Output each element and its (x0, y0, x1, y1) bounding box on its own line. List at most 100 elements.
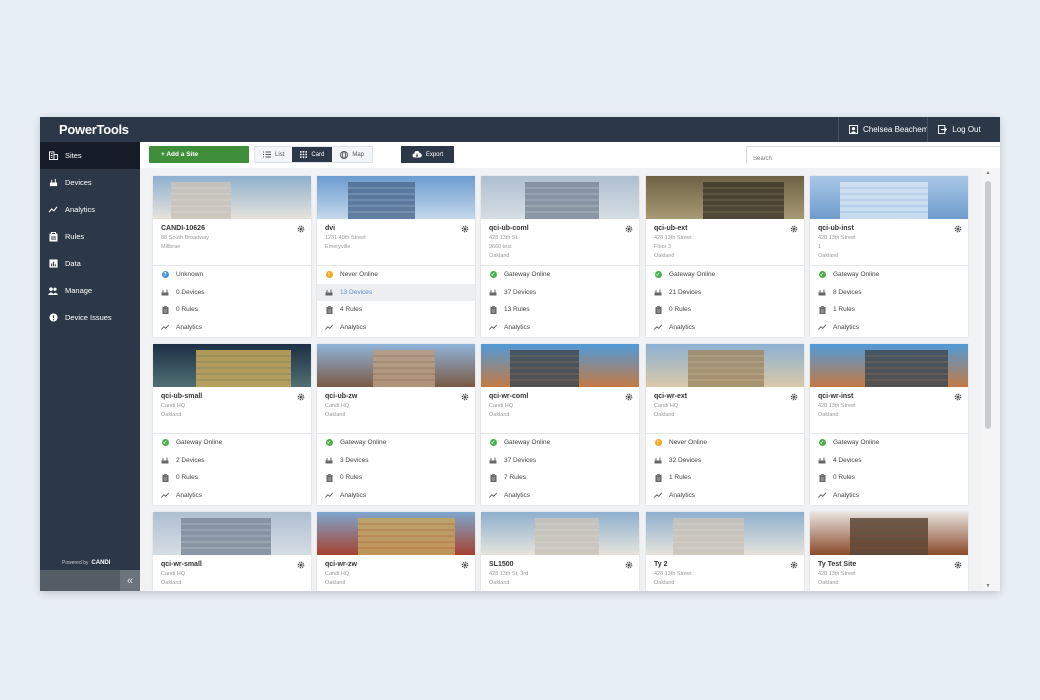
site-name[interactable]: qci-wr-zw (325, 561, 467, 568)
export-button[interactable]: Export (401, 146, 454, 163)
devices-row[interactable]: 4 Devices (810, 452, 968, 470)
site-card[interactable]: qci-ub-small Candi HQ Oakland ✓ Gateway On… (153, 344, 311, 505)
add-site-button[interactable]: + Add a Site (149, 146, 249, 163)
site-card[interactable]: dvi 1231 40th Street Emeryville ! Never On… (317, 176, 475, 337)
gear-icon[interactable] (625, 225, 633, 233)
site-name[interactable]: qci-ub-zw (325, 393, 467, 400)
sidebar-item-analytics[interactable]: Analytics (40, 196, 140, 223)
sidebar-item-devices[interactable]: Devices (40, 169, 140, 196)
site-card[interactable]: qci-ub-ext 428 13th Street Floor 3 Oakland… (646, 176, 804, 337)
devices-row[interactable]: 2 Devices (153, 452, 311, 470)
analytics-row[interactable]: Analytics (317, 487, 475, 505)
site-name[interactable]: Ty 2 (654, 561, 796, 568)
devices-count: 8 Devices (833, 288, 862, 296)
analytics-row[interactable]: Analytics (646, 487, 804, 505)
site-card[interactable]: qci-ub-coml 428 13th St. 9660 test Oakland… (481, 176, 639, 337)
rules-row[interactable]: 0 Rules (646, 301, 804, 319)
gear-icon[interactable] (461, 393, 469, 401)
sidebar-item-label: Device Issues (65, 313, 112, 322)
gear-icon[interactable] (790, 561, 798, 569)
gear-icon[interactable] (790, 225, 798, 233)
site-name[interactable]: qci-wr-inst (818, 393, 960, 400)
gear-icon[interactable] (297, 225, 305, 233)
scroll-up-arrow[interactable]: ▲ (984, 170, 992, 176)
site-card[interactable]: qci-wr-coml Candi HQ Oakland ✓ Gateway Onl… (481, 344, 639, 505)
status-text: Never Online (340, 271, 378, 279)
rules-row[interactable]: 0 Rules (317, 469, 475, 487)
site-card[interactable]: qci-ub-inst 428 13th Street 1 Oakland ✓ Gat… (810, 176, 968, 337)
site-name[interactable]: qci-ub-coml (489, 225, 631, 232)
sidebar-item-data[interactable]: Data (40, 250, 140, 277)
site-card[interactable]: qci-wr-zw Candi HQ Oakland (317, 512, 475, 591)
analytics-row[interactable]: Analytics (810, 319, 968, 337)
rules-row[interactable]: 1 Rules (810, 301, 968, 319)
sidebar-item-sites[interactable]: Sites (40, 142, 140, 169)
rules-row[interactable]: 1 Rules (646, 469, 804, 487)
map-view-button[interactable]: Map (332, 147, 372, 162)
site-card[interactable]: SL1500 428 13th St, 3rd Oakland (481, 512, 639, 591)
site-name[interactable]: qci-wr-small (161, 561, 303, 568)
gear-icon[interactable] (461, 561, 469, 569)
address-line: Oakland (818, 580, 839, 586)
devices-row[interactable]: 37 Devices (481, 452, 639, 470)
rules-row[interactable]: 0 Rules (153, 301, 311, 319)
site-name[interactable]: SL1500 (489, 561, 631, 568)
device-icon (325, 289, 333, 296)
card-view-button[interactable]: Card (292, 147, 333, 162)
rules-row[interactable]: 0 Rules (810, 469, 968, 487)
analytics-row[interactable]: Analytics (646, 319, 804, 337)
site-card[interactable]: Ty Test Site 428 13th Street Oakland (810, 512, 968, 591)
gear-icon[interactable] (461, 225, 469, 233)
gear-icon[interactable] (954, 225, 962, 233)
site-name[interactable]: qci-wr-ext (654, 393, 796, 400)
devices-row[interactable]: 8 Devices (810, 284, 968, 302)
analytics-row[interactable]: Analytics (317, 319, 475, 337)
site-name[interactable]: qci-wr-coml (489, 393, 631, 400)
site-name[interactable]: Ty Test Site (818, 561, 960, 568)
scrollbar[interactable]: ▲ ▼ (982, 168, 1000, 591)
site-card[interactable]: qci-wr-small Candi HQ Oakland (153, 512, 311, 591)
site-name[interactable]: qci-ub-small (161, 393, 303, 400)
gear-icon[interactable] (297, 561, 305, 569)
gear-icon[interactable] (297, 393, 305, 401)
site-name[interactable]: CANDI-10626 (161, 225, 303, 232)
logout-button[interactable]: Log Out (927, 117, 991, 142)
rules-row[interactable]: 7 Rules (481, 469, 639, 487)
gear-icon[interactable] (790, 393, 798, 401)
scroll-down-arrow[interactable]: ▼ (984, 583, 992, 589)
rules-row[interactable]: 4 Rules (317, 301, 475, 319)
collapse-sidebar-button[interactable]: « (120, 570, 140, 591)
analytics-row[interactable]: Analytics (153, 487, 311, 505)
sidebar-item-device-issues[interactable]: Device Issues (40, 304, 140, 331)
site-name[interactable]: qci-ub-ext (654, 225, 796, 232)
site-card[interactable]: CANDI-10626 88 South Broadway Millbrae ? U… (153, 176, 311, 337)
devices-row[interactable]: 32 Devices (646, 452, 804, 470)
devices-row[interactable]: 0 Devices (153, 284, 311, 302)
site-name[interactable]: qci-ub-inst (818, 225, 960, 232)
site-card[interactable]: qci-ub-zw Candi HQ Oakland ✓ Gateway Onlin… (317, 344, 475, 505)
scroll-thumb[interactable] (985, 181, 991, 429)
analytics-row[interactable]: Analytics (481, 487, 639, 505)
gear-icon[interactable] (625, 561, 633, 569)
site-card[interactable]: Ty 2 428 13th Street Oakland (646, 512, 804, 591)
gear-icon[interactable] (954, 393, 962, 401)
analytics-row[interactable]: Analytics (810, 487, 968, 505)
user-menu[interactable]: Chelsea Beachem (838, 117, 938, 142)
devices-row[interactable]: 13 Devices (317, 283, 475, 301)
sidebar-item-manage[interactable]: Manage (40, 277, 140, 304)
analytics-row[interactable]: Analytics (153, 319, 311, 337)
list-view-button[interactable]: List (255, 147, 292, 162)
site-name[interactable]: dvi (325, 225, 467, 232)
rules-row[interactable]: 13 Rules (481, 301, 639, 319)
site-card[interactable]: qci-wr-inst 428 13th Street Oakland ✓ Gate… (810, 344, 968, 505)
rules-row[interactable]: 0 Rules (153, 469, 311, 487)
sidebar-item-rules[interactable]: Rules (40, 223, 140, 250)
search-input[interactable] (747, 151, 1000, 167)
gear-icon[interactable] (954, 561, 962, 569)
devices-row[interactable]: 37 Devices (481, 284, 639, 302)
analytics-row[interactable]: Analytics (481, 319, 639, 337)
gear-icon[interactable] (625, 393, 633, 401)
site-card[interactable]: qci-wr-ext Candi HQ Oakland ! Never Online… (646, 344, 804, 505)
devices-row[interactable]: 21 Devices (646, 284, 804, 302)
devices-row[interactable]: 3 Devices (317, 452, 475, 470)
